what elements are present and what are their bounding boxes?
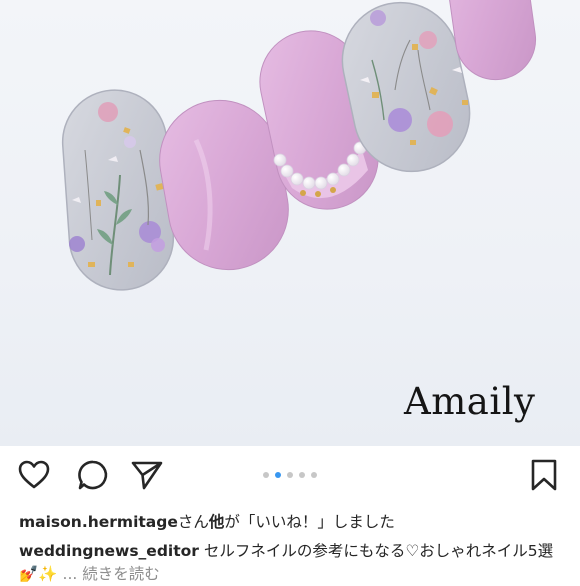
caption-text: セルフネイルの参考にもなる♡おしゃれネイル5選	[203, 542, 554, 560]
carousel-dot-active	[275, 472, 281, 478]
nail-clear-floral-left	[61, 89, 175, 291]
caption-emoji: 💅✨	[19, 565, 58, 583]
carousel-dot	[263, 472, 269, 478]
caption: weddingnews_editor セルフネイルの参考にもなる♡おしゃれネイル…	[19, 540, 564, 586]
likes-text-part1: さん	[177, 513, 209, 531]
watermark-logo: Amaily	[404, 380, 536, 423]
action-bar	[0, 446, 580, 504]
post-image[interactable]: Amaily	[0, 0, 580, 446]
bookmark-outline-icon[interactable]	[527, 458, 561, 492]
read-more-link[interactable]: 続きを読む	[82, 565, 160, 583]
carousel-indicator	[0, 472, 580, 478]
likes-summary: maison.hermitageさん他が「いいね！」しました	[19, 510, 395, 532]
likes-text-part2: が「いいね！」しました	[224, 513, 395, 531]
likes-others-link[interactable]: 他	[209, 513, 225, 531]
liker-username[interactable]: maison.hermitage	[19, 513, 178, 531]
carousel-dot	[287, 472, 293, 478]
caption-username[interactable]: weddingnews_editor	[19, 542, 199, 560]
carousel-dot	[299, 472, 305, 478]
carousel-dot	[311, 472, 317, 478]
caption-ellipsis: ...	[62, 565, 78, 583]
